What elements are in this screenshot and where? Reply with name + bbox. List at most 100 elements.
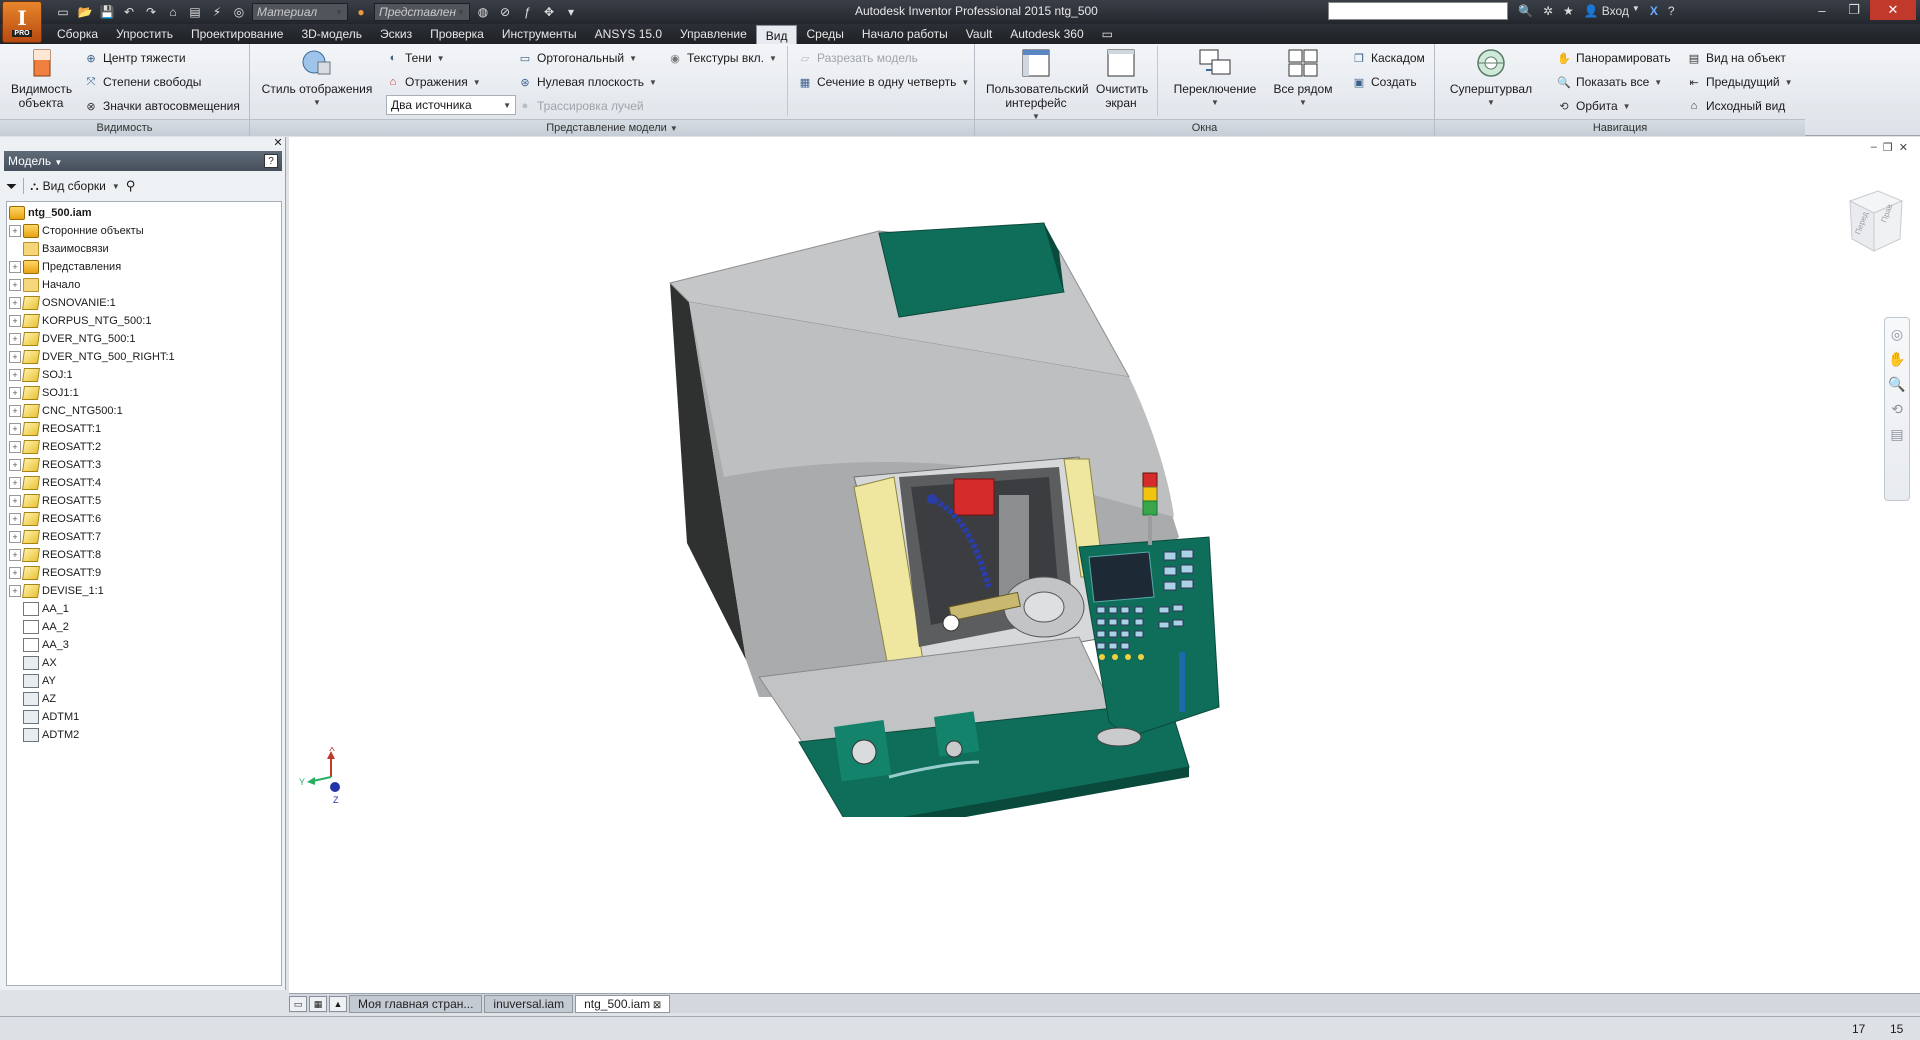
steering-wheel-button[interactable]: Суперштурвал ▼ [1445,48,1537,110]
home-view-button[interactable]: ⌂ Исходный вид [1687,96,1786,116]
tree-item[interactable]: + REOSATT:8 [7,546,281,564]
pan-button[interactable]: ✋ Панорамировать [1557,48,1671,68]
tree-expand-icon[interactable]: + [9,297,21,309]
tree-item[interactable]: + REOSATT:6 [7,510,281,528]
ground-plane-button[interactable]: ⊛ Нулевая плоскость ▼ [518,72,656,92]
tree-expand-icon[interactable]: + [9,279,21,291]
redo-icon[interactable]: ↷ [142,3,160,21]
new-icon[interactable]: ▭ [54,3,72,21]
tree-item[interactable]: + Начало [7,276,281,294]
ribbon-tab-4[interactable]: Эскиз [371,25,421,43]
tree-expand-icon[interactable]: + [9,567,21,579]
ribbon-tab-3[interactable]: 3D-модель [292,25,371,43]
reflections-button[interactable]: ⌂ Отражения ▼ [386,72,481,92]
tree-item[interactable]: + REOSATT:3 [7,456,281,474]
undo-icon[interactable]: ↶ [120,3,138,21]
ribbon-tab-11[interactable]: Начало работы [853,25,957,43]
ribbon-tab-13[interactable]: Autodesk 360 [1001,25,1092,43]
move-icon[interactable]: ✥ [540,3,558,21]
project-icon[interactable]: ▤ [186,3,204,21]
ribbon-minimize-icon[interactable]: ▭ [1093,25,1122,43]
graphics-window[interactable]: – ❐ ✕ Перед Прав ◎ ✋ 🔍 ⟲ ▤ X Y Z [289,137,1920,993]
object-visibility-button[interactable]: Видимость объекта [6,48,76,110]
ribbon-tab-1[interactable]: Упростить [107,25,182,43]
maximize-icon[interactable]: ❐ [1838,0,1870,20]
cascade-button[interactable]: ❐ Каскадом [1352,48,1425,68]
navbar-look-at-icon[interactable]: ▤ [1890,426,1903,443]
document-tab-close-icon[interactable]: ⊠ [650,1000,661,1011]
ribbon-tab-5[interactable]: Проверка [421,25,493,43]
close-icon[interactable]: ✕ [1870,0,1916,20]
update-icon[interactable]: ⚡ [208,3,226,21]
ribbon-tab-9[interactable]: Вид [755,25,798,45]
switch-windows-button[interactable]: Переключение ▼ [1165,48,1265,110]
clear-appearance-icon[interactable]: ⊘ [496,3,514,21]
material-select[interactable]: Материал ▼ [252,3,348,21]
select-icon[interactable]: ◎ [230,3,248,21]
docs-menu-icon[interactable]: ▲ [329,995,347,1012]
adjust-icon[interactable]: ◍ [474,3,492,21]
tree-item[interactable]: ADTM1 [7,708,281,726]
textures-button[interactable]: ◉ Текстуры вкл. ▼ [668,48,777,68]
document-tab[interactable]: Моя главная стран... [349,994,483,1013]
tree-item[interactable]: AA_1 [7,600,281,618]
search-icon[interactable]: 🔍 [1518,4,1533,18]
tree-item[interactable]: AA_2 [7,618,281,636]
favorites-icon[interactable]: ★ [1563,4,1574,18]
tree-expand-icon[interactable]: + [9,513,21,525]
tree-item[interactable]: AY [7,672,281,690]
tree-item[interactable]: AA_3 [7,636,281,654]
tree-root[interactable]: ntg_500.iam [7,204,281,222]
browser-header[interactable]: Модель ▼ ? [4,151,282,171]
tree-item[interactable]: + REOSATT:1 [7,420,281,438]
tree-item[interactable]: + SOJ:1 [7,366,281,384]
center-of-gravity-button[interactable]: ⊕ Центр тяжести [84,48,185,68]
tree-expand-icon[interactable]: + [9,459,21,471]
exchange-icon[interactable]: X [1650,4,1658,18]
viewcube[interactable]: Перед Прав [1844,185,1906,257]
home-icon[interactable]: ⌂ [164,3,182,21]
tree-item[interactable]: + KORPUS_NTG_500:1 [7,312,281,330]
tree-item[interactable]: + REOSATT:7 [7,528,281,546]
tree-item[interactable]: + OSNOVANIE:1 [7,294,281,312]
tree-expand-icon[interactable]: + [9,369,21,381]
tree-expand-icon[interactable]: + [9,333,21,345]
browser-help-icon[interactable]: ? [264,154,278,168]
fx-icon[interactable]: ƒ [518,3,536,21]
ribbon-tab-8[interactable]: Управление [671,25,756,43]
automate-glyphs-button[interactable]: ⊗ Значки автосовмещения [84,96,239,116]
filter-icon[interactable]: ⏷ [6,178,17,195]
tree-item[interactable]: + REOSATT:5 [7,492,281,510]
full-navigation-wheel-icon[interactable]: ◎ [1891,326,1903,343]
find-icon[interactable]: ⚲ [126,178,136,194]
tree-item[interactable]: + REOSATT:4 [7,474,281,492]
ribbon-tab-2[interactable]: Проектирование [182,25,293,43]
look-at-button[interactable]: ▤ Вид на объект [1687,48,1786,68]
panel-title-appearance[interactable]: Представление модели ▼ [250,119,974,136]
tree-expand-icon[interactable]: + [9,315,21,327]
navbar-pan-icon[interactable]: ✋ [1888,351,1905,368]
tile-button[interactable]: Все рядом ▼ [1265,48,1341,110]
tree-expand-icon[interactable]: + [9,423,21,435]
tree-item[interactable]: + DEVISE_1:1 [7,582,281,600]
browser-close-icon[interactable]: ✕ [272,137,284,149]
tree-expand-icon[interactable]: + [9,495,21,507]
visual-style-button[interactable]: Стиль отображения ▼ [260,48,374,110]
shadows-button[interactable]: ◐ Тени ▼ [386,48,445,68]
ribbon-tab-10[interactable]: Среды [797,25,852,43]
application-menu-button[interactable]: I PRO [2,1,42,43]
tree-expand-icon[interactable]: + [9,531,21,543]
qat-customize-icon[interactable]: ▾ [562,3,580,21]
ribbon-tab-6[interactable]: Инструменты [493,25,586,43]
quarter-section-button[interactable]: ▦ Сечение в одну четверть ▼ [798,72,970,92]
new-window-button[interactable]: ▣ Создать [1352,72,1417,92]
tree-expand-icon[interactable]: + [9,549,21,561]
tree-item[interactable]: Взаимосвязи [7,240,281,258]
tree-item[interactable]: AX [7,654,281,672]
tree-expand-icon[interactable]: + [9,585,21,597]
save-icon[interactable]: 💾 [98,3,116,21]
help-icon[interactable]: ? [1668,4,1675,18]
light-source-select[interactable]: Два источника ▼ [386,95,516,115]
tree-item[interactable]: ADTM2 [7,726,281,744]
document-tab[interactable]: ntg_500.iam ⊠ [575,994,671,1013]
